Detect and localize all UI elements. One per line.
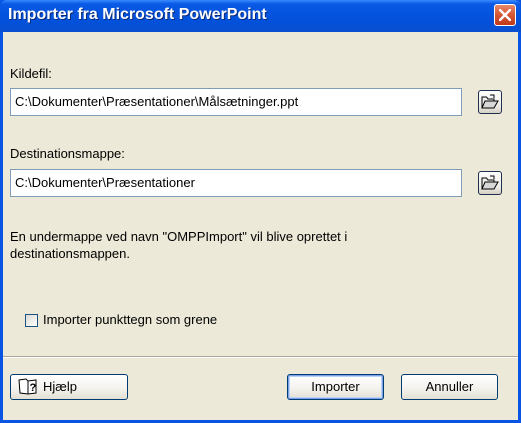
bullets-as-branches-label[interactable]: Importer punkttegn som grene [43,312,217,327]
separator [3,356,518,358]
destination-browse-button[interactable] [478,171,502,195]
help-button[interactable]: ? Hjælp [10,374,128,400]
cancel-button[interactable]: Annuller [401,374,498,400]
source-file-label: Kildefil: [10,66,52,81]
help-book-icon: ? [18,378,37,395]
bullets-as-branches-checkbox[interactable] [25,314,38,327]
dialog-body: Kildefil: C:\Dokumenter\Præsentationer\M… [3,32,518,420]
title-bar[interactable]: Importer fra Microsoft PowerPoint [0,0,521,32]
close-icon [499,9,511,21]
dialog-title: Importer fra Microsoft PowerPoint [8,6,267,23]
destination-folder-field[interactable]: C:\Dokumenter\Præsentationer [10,169,462,197]
source-browse-button[interactable] [478,90,502,114]
help-button-label: Hjælp [43,379,77,394]
dialog-window: Importer fra Microsoft PowerPoint Kildef… [0,0,521,423]
info-text: En undermappe ved navn "OMPPImport" vil … [10,229,348,261]
destination-folder-label: Destinationsmappe: [10,146,125,161]
source-file-field[interactable]: C:\Dokumenter\Præsentationer\Målsætninge… [10,88,462,116]
import-button[interactable]: Importer [287,374,384,400]
open-folder-icon [481,94,499,109]
svg-text:?: ? [30,382,37,394]
close-button[interactable] [494,4,516,26]
open-folder-icon [481,175,499,190]
